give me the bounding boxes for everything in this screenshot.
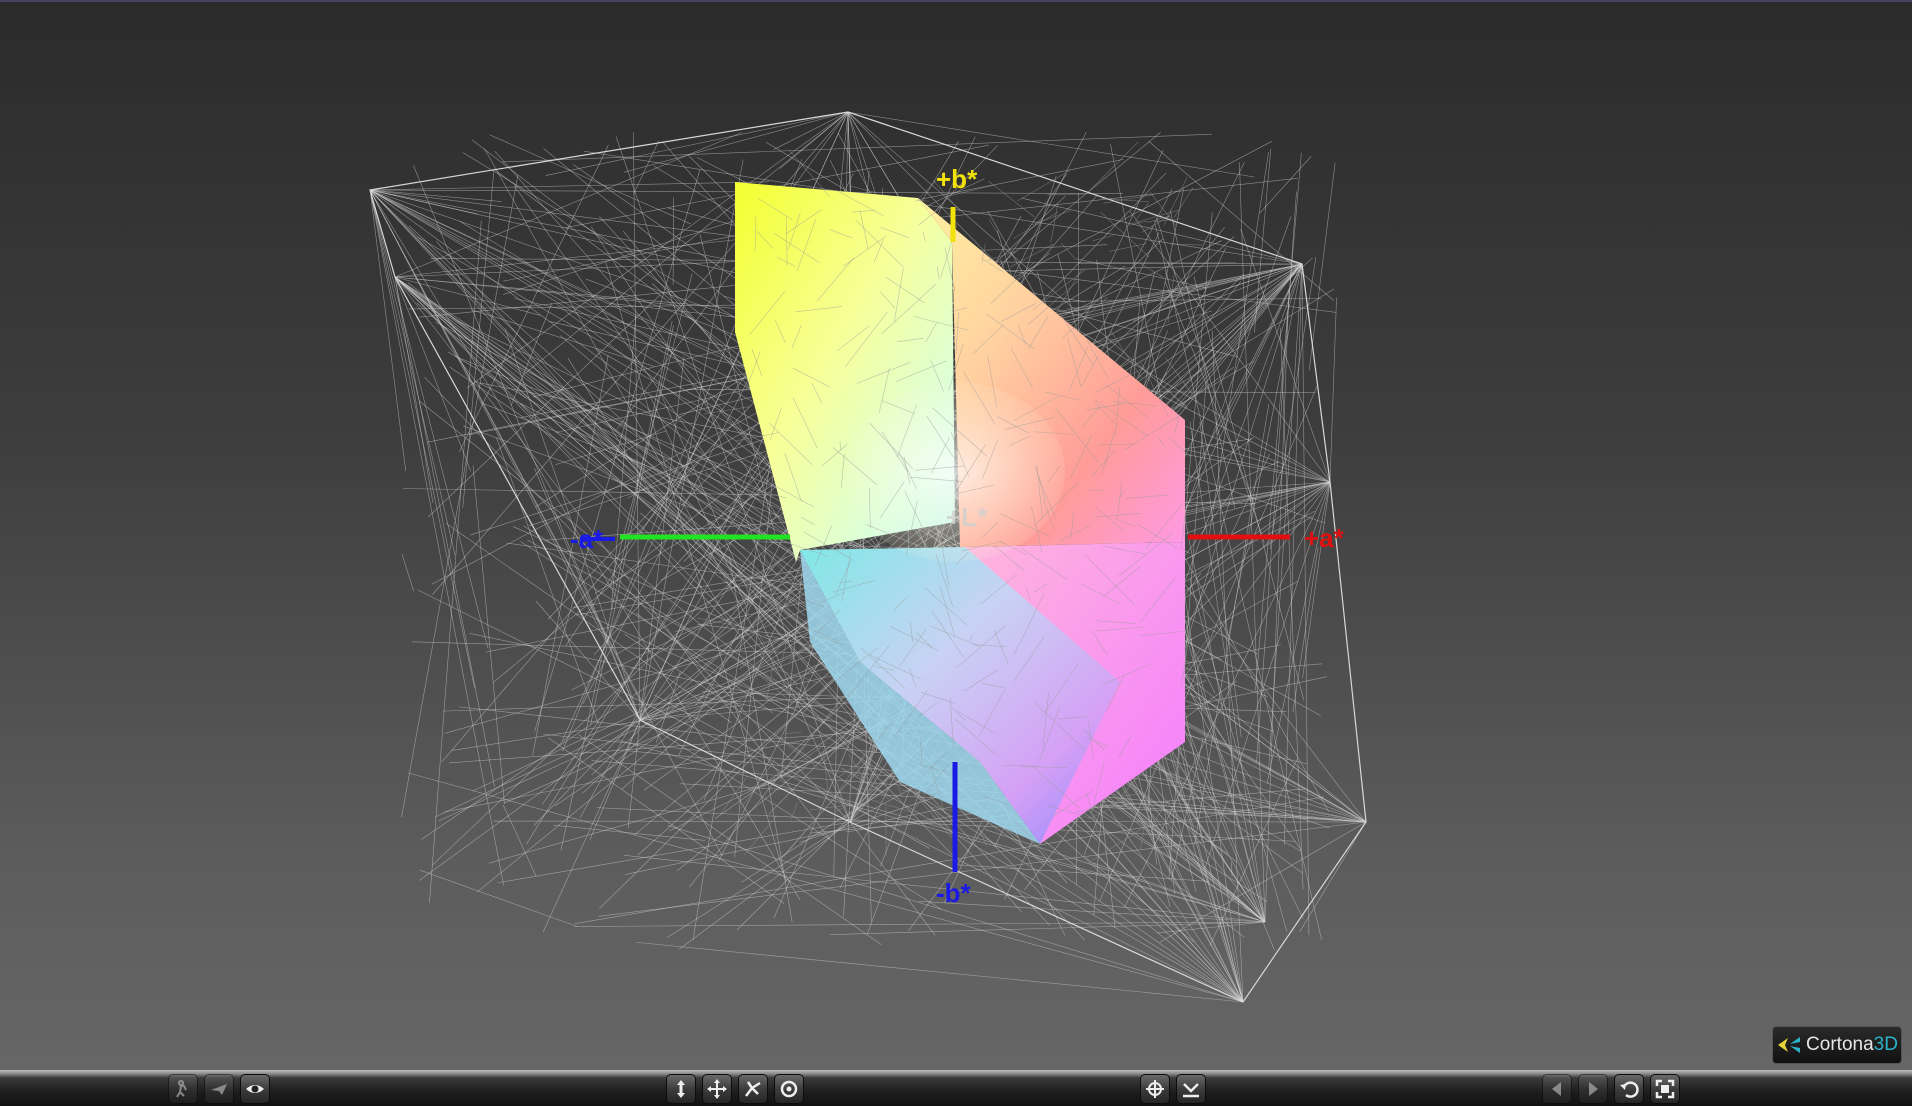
roll-icon [780, 1080, 798, 1098]
axis-label-a-minus: -a* [570, 524, 604, 554]
study-button[interactable] [240, 1074, 270, 1104]
axis-label-b-plus: +b* [936, 164, 978, 194]
turn-button[interactable] [738, 1074, 768, 1104]
toolbar-mid-group [1140, 1074, 1206, 1104]
navigation-toolbar [0, 1070, 1912, 1106]
align-button[interactable] [1176, 1074, 1206, 1104]
axis-label-l-plus: +L* [946, 502, 988, 532]
3d-viewport[interactable]: +b* -b* +a* -a* +L* Cortona3D [0, 0, 1912, 1070]
fit-icon [1655, 1079, 1675, 1099]
axis-label-b-minus: -b* [936, 878, 972, 908]
axis-label-a-plus: +a* [1304, 523, 1345, 553]
fly-icon [211, 1084, 227, 1095]
plan-arrows-icon [677, 1080, 685, 1098]
walk-button[interactable] [168, 1074, 198, 1104]
previous-viewpoint-button[interactable] [1542, 1074, 1572, 1104]
plan-button[interactable] [666, 1074, 696, 1104]
pan-button[interactable] [702, 1074, 732, 1104]
restore-button[interactable] [1614, 1074, 1644, 1104]
previous-viewpoint-icon [1552, 1082, 1561, 1096]
goto-button[interactable] [1140, 1074, 1170, 1104]
restore-icon [1620, 1081, 1639, 1098]
walk-icon [176, 1080, 187, 1098]
next-viewpoint-button[interactable] [1578, 1074, 1608, 1104]
turn-icon [745, 1081, 761, 1097]
goto-target-icon [1146, 1080, 1164, 1098]
pan-icon [707, 1079, 727, 1099]
gamut-white-point [845, 382, 1065, 562]
cortona3d-logo: Cortona3D [1772, 1026, 1902, 1064]
study-eye-icon [246, 1085, 264, 1093]
toolbar-center-group [666, 1074, 804, 1104]
align-icon [1183, 1083, 1199, 1098]
gamut-scene[interactable]: +b* -b* +a* -a* +L* [0, 2, 1912, 1072]
fit-button[interactable] [1650, 1074, 1680, 1104]
brand-name: Cortona3D [1806, 1034, 1898, 1055]
next-viewpoint-icon [1589, 1082, 1598, 1096]
roll-button[interactable] [774, 1074, 804, 1104]
cortona3d-logo-icon [1778, 1037, 1801, 1053]
fly-button[interactable] [204, 1074, 234, 1104]
toolbar-right-group [1542, 1074, 1680, 1104]
toolbar-left-group [168, 1074, 270, 1104]
